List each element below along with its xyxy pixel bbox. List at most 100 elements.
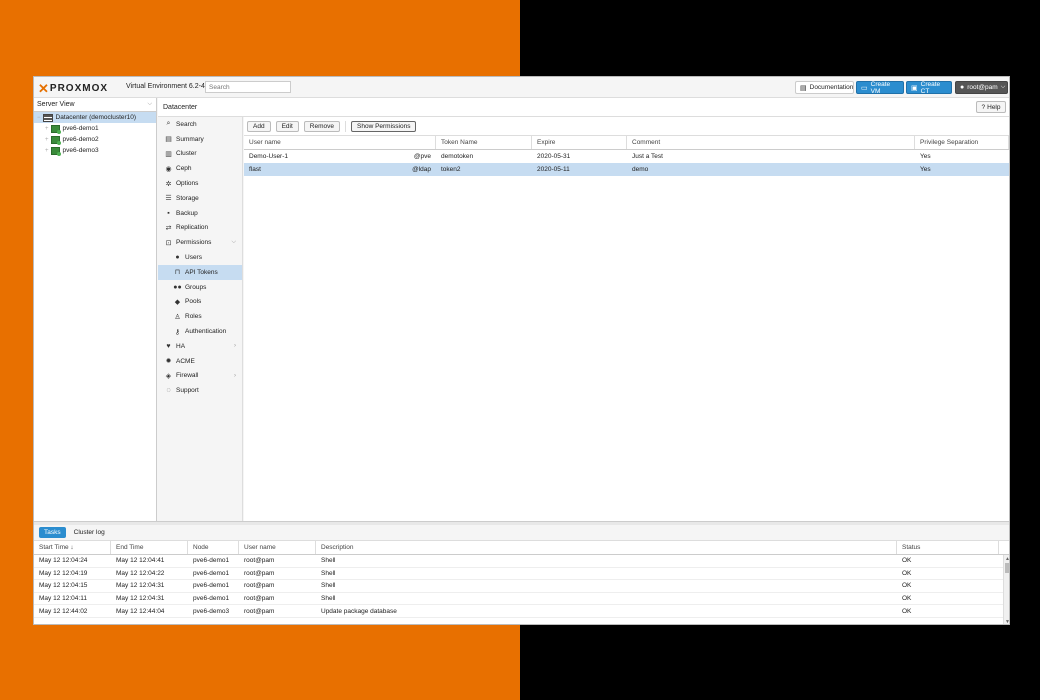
table-row[interactable]: flast @ldap token2 2020-05-11 demo Yes xyxy=(244,163,1009,176)
column-header-node[interactable]: Node xyxy=(188,541,239,554)
chevron-down-icon: ⌵ xyxy=(1000,84,1006,90)
tree-item-label: pve6-demo3 xyxy=(62,147,99,154)
menu-item-roles[interactable]: ♙ Roles xyxy=(158,309,242,324)
book-icon: ▤ xyxy=(800,84,807,92)
menu-item-summary[interactable]: ▤ Summary xyxy=(158,132,242,147)
create-vm-button[interactable]: ▭ Create VM xyxy=(856,81,904,95)
cell-description: Update package database xyxy=(321,607,397,615)
column-header-start-time[interactable]: Start Time ↓ xyxy=(34,541,111,554)
add-button[interactable]: Add xyxy=(247,120,271,132)
help-button[interactable]: ? Help xyxy=(976,101,1006,113)
cell-description: Shell xyxy=(321,595,336,603)
menu-item-replication[interactable]: ⇄ Replication xyxy=(158,221,242,236)
expand-icon[interactable]: + xyxy=(45,126,49,132)
tree-item-node[interactable]: + pve6-demo3 xyxy=(34,145,156,156)
menu-item-options[interactable]: ✲ Options xyxy=(158,176,242,191)
cell-user: root@pam xyxy=(244,582,275,590)
tree-item-datacenter[interactable]: − Datacenter (democluster10) xyxy=(34,112,156,123)
cell-token: token2 xyxy=(441,166,461,173)
table-row[interactable]: May 12 12:04:15 May 12 12:04:31 pve6-dem… xyxy=(34,580,1009,593)
cell-status: OK xyxy=(902,557,912,565)
remove-button[interactable]: Remove xyxy=(303,120,340,132)
menu-item-permissions[interactable]: ⊡ Permissions ⌵ xyxy=(158,235,242,250)
search-input[interactable] xyxy=(205,81,291,93)
tree-item-node[interactable]: + pve6-demo1 xyxy=(34,123,156,134)
unlock-icon: ⊡ xyxy=(165,239,172,247)
cell-description: Shell xyxy=(321,582,336,590)
menu-item-api-tokens[interactable]: ⊓ API Tokens xyxy=(158,264,242,280)
table-row[interactable]: May 12 12:04:19 May 12 12:04:22 pve6-dem… xyxy=(34,568,1009,581)
cell-node: pve6-demo1 xyxy=(193,569,230,577)
scroll-up-icon[interactable]: ▲ xyxy=(1005,556,1009,562)
edit-button[interactable]: Edit xyxy=(275,120,299,132)
tab-cluster-log[interactable]: Cluster log xyxy=(69,527,110,538)
table-row[interactable]: May 12 12:04:24 May 12 12:04:41 pve6-dem… xyxy=(34,555,1009,568)
cell-start: May 12 12:04:15 xyxy=(39,582,88,590)
menu-item-acme[interactable]: ✹ ACME xyxy=(158,354,242,369)
column-header-expire[interactable]: Expire xyxy=(532,136,627,149)
tree-item-label: Datacenter (democluster10) xyxy=(55,114,137,121)
menu-item-label: Groups xyxy=(185,283,207,291)
cell-privsep: Yes xyxy=(920,166,931,173)
floppy-icon: ▪ xyxy=(167,209,170,217)
tags-icon: ◆ xyxy=(174,298,181,306)
cell-end: May 12 12:04:31 xyxy=(116,582,165,590)
column-header-user[interactable]: User name xyxy=(239,541,316,554)
cell-expire: 2020-05-11 xyxy=(537,166,570,173)
tree-item-node[interactable]: + pve6-demo2 xyxy=(34,134,156,145)
create-ct-button[interactable]: ▣ Create CT xyxy=(906,81,952,95)
menu-item-storage[interactable]: ☰ Storage xyxy=(158,191,242,206)
comments-icon: ◌ xyxy=(166,387,171,395)
cell-start: May 12 12:04:11 xyxy=(39,595,87,603)
version-label: Virtual Environment 6.2-4 xyxy=(126,83,205,90)
table-row[interactable]: May 12 12:04:11 May 12 12:04:31 pve6-dem… xyxy=(34,593,1009,606)
menu-item-firewall[interactable]: ◈ Firewall › xyxy=(158,369,242,384)
tasks-scrollbar[interactable]: ▲ ▼ xyxy=(1003,555,1009,624)
menu-item-authentication[interactable]: ⚷ Authentication xyxy=(158,324,242,339)
logo-text: PROXMOX xyxy=(49,82,109,94)
tab-tasks[interactable]: Tasks xyxy=(39,527,66,538)
cell-status: OK xyxy=(902,582,912,590)
proxmox-logo: ✕ PROXMOX xyxy=(38,81,108,95)
menu-item-users[interactable]: ● Users xyxy=(158,250,242,265)
column-header-status[interactable]: Status xyxy=(897,541,999,554)
show-permissions-button[interactable]: Show Permissions xyxy=(351,120,417,132)
column-header-comment[interactable]: Comment xyxy=(627,136,915,149)
menu-item-support[interactable]: ◌ Support xyxy=(158,383,242,398)
documentation-button[interactable]: ▤ Documentation xyxy=(795,81,854,94)
menu-item-cluster[interactable]: ▥ Cluster xyxy=(158,147,242,162)
column-header-end-time[interactable]: End Time xyxy=(111,541,188,554)
cell-user: root@pam xyxy=(244,557,275,565)
table-row[interactable]: May 12 12:44:02 May 12 12:44:04 pve6-dem… xyxy=(34,605,1009,618)
chevron-down-icon: ⌵ xyxy=(231,239,236,246)
table-row[interactable]: Demo-User-1 @pve demotoken 2020-05-31 Jus… xyxy=(244,150,1009,163)
menu-item-pools[interactable]: ◆ Pools xyxy=(158,295,242,310)
cell-start: May 12 12:44:02 xyxy=(39,607,88,615)
column-header-description[interactable]: Description xyxy=(316,541,897,554)
database-icon: ☰ xyxy=(165,195,172,203)
scroll-down-icon[interactable]: ▼ xyxy=(1005,619,1009,624)
menu-item-backup[interactable]: ▪ Backup xyxy=(158,206,242,221)
expand-icon[interactable]: + xyxy=(45,148,49,154)
cell-end: May 12 12:04:31 xyxy=(116,595,165,603)
menu-item-label: Users xyxy=(185,254,202,262)
collapse-icon[interactable]: − xyxy=(37,115,41,121)
menu-item-label: Pools xyxy=(185,298,202,306)
users-icon: ●● xyxy=(173,283,182,291)
content-header: Datacenter ? Help xyxy=(158,98,1009,117)
user-menu-button[interactable]: ● root@pam ⌵ xyxy=(955,81,1008,94)
certificate-icon: ✹ xyxy=(165,358,172,366)
expand-icon[interactable]: + xyxy=(45,137,49,143)
column-header-user[interactable]: User name xyxy=(244,136,436,149)
menu-item-ha[interactable]: ♥ HA › xyxy=(158,339,242,354)
scrollbar-thumb[interactable] xyxy=(1005,563,1009,573)
menu-item-label: Permissions xyxy=(176,239,212,247)
menu-item-ceph[interactable]: ◉ Ceph xyxy=(158,161,242,176)
column-header-token[interactable]: Token Name xyxy=(436,136,532,149)
view-selector[interactable]: Server View ⌵ xyxy=(34,98,156,112)
api-tokens-panel: Add Edit Remove Show Permissions User na… xyxy=(244,117,1009,521)
menu-item-groups[interactable]: ●● Groups xyxy=(158,280,242,295)
menu-item-label: Options xyxy=(176,180,199,188)
menu-item-search[interactable]: ⌕ Search xyxy=(158,117,242,132)
column-header-privsep[interactable]: Privilege Separation xyxy=(915,136,1009,149)
